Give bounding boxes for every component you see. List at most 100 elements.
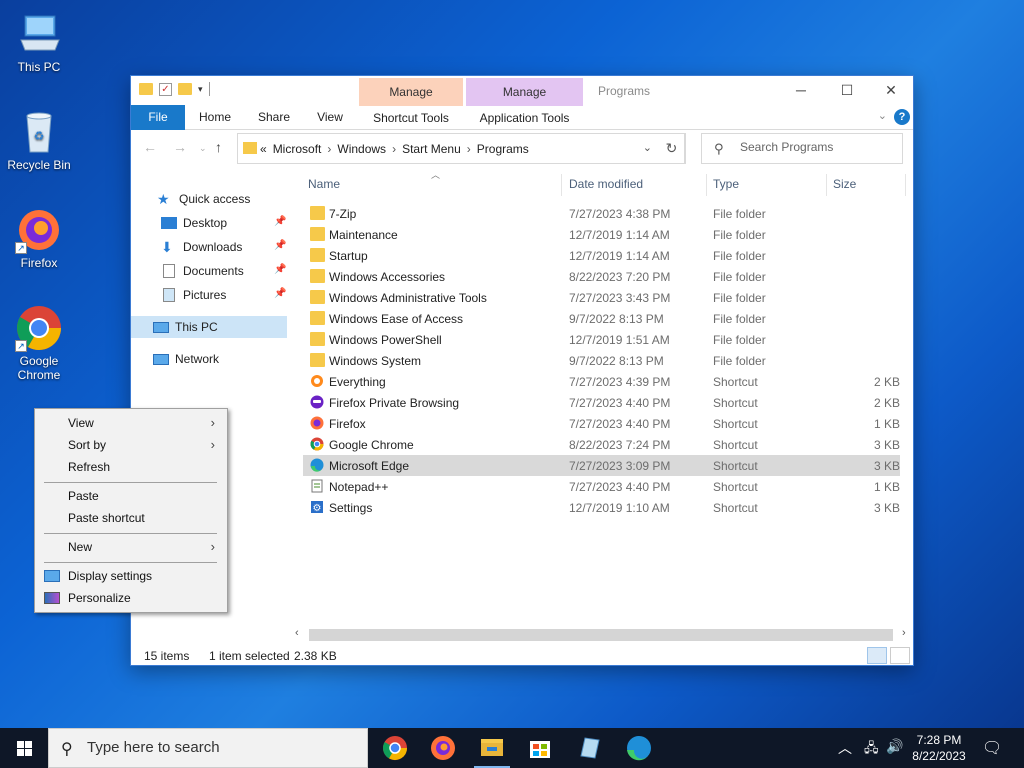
file-row[interactable]: Firefox Private Browsing 7/27/2023 4:40 P… [303, 392, 900, 413]
file-name: Everything [329, 375, 386, 389]
menu-item-new[interactable]: New › [35, 536, 227, 558]
file-row[interactable]: Notepad++ 7/27/2023 4:40 PM Shortcut 1 KB [303, 476, 900, 497]
file-row[interactable]: Windows PowerShell 12/7/2019 1:51 AM File … [303, 329, 900, 350]
chevron-right-icon[interactable]: › [392, 142, 396, 156]
breadcrumb-programs[interactable]: Programs [477, 142, 529, 156]
search-box[interactable]: ⚲ [701, 133, 903, 164]
taskbar-search-input[interactable] [87, 739, 347, 756]
scrollbar-thumb[interactable] [309, 629, 893, 641]
start-button[interactable] [0, 728, 48, 768]
desktop-icon-recycle-bin[interactable]: ♻ Recycle Bin [1, 108, 77, 172]
nav-item-pictures[interactable]: Pictures [161, 284, 226, 306]
taskbar-edge-icon[interactable] [615, 728, 663, 768]
pin-icon[interactable]: 📌 [274, 240, 286, 251]
nav-item-downloads[interactable]: ⬇ Downloads [161, 236, 242, 258]
refresh-button[interactable]: ↻ [658, 133, 686, 164]
up-button[interactable]: ↑ [215, 139, 222, 155]
search-input[interactable] [740, 140, 890, 154]
scroll-left-icon[interactable]: ‹ [295, 627, 299, 639]
new-folder-icon[interactable] [178, 83, 192, 95]
tab-share[interactable]: Share [251, 105, 297, 130]
breadcrumb-overflow[interactable]: « [260, 142, 267, 156]
forward-button[interactable]: → [173, 139, 187, 155]
taskbar-notepad-icon[interactable] [565, 728, 613, 768]
address-dropdown-icon[interactable]: ⌄ [643, 141, 652, 154]
menu-item-view[interactable]: View › [35, 412, 227, 434]
details-view-icon[interactable] [867, 647, 887, 664]
file-name: Firefox Private Browsing [329, 396, 460, 410]
scroll-right-icon[interactable]: › [902, 627, 906, 639]
chevron-right-icon[interactable]: › [467, 142, 471, 156]
tab-home[interactable]: Home [193, 105, 237, 130]
file-row[interactable]: ⚙ Settings 12/7/2019 1:10 AM Shortcut 3 KB [303, 497, 900, 518]
pin-icon[interactable]: 📌 [274, 288, 286, 299]
menu-item-paste-shortcut[interactable]: Paste shortcut [35, 507, 227, 529]
column-header-type[interactable]: Type [713, 177, 739, 191]
minimize-button[interactable]: ─ [778, 76, 824, 106]
pin-icon[interactable]: 📌 [274, 216, 286, 227]
recent-locations-icon[interactable]: ⌄ [199, 143, 207, 154]
taskbar-chrome-icon[interactable] [371, 728, 419, 768]
divider[interactable] [826, 174, 827, 196]
taskbar-search[interactable]: ⚲ [48, 728, 368, 768]
desktop-icon-google-chrome[interactable]: ↗ Google Chrome [1, 304, 77, 382]
breadcrumb-microsoft[interactable]: Microsoft [273, 142, 322, 156]
divider[interactable] [706, 174, 707, 196]
nav-quick-access[interactable]: ★ Quick access [157, 188, 250, 210]
help-icon[interactable]: ? [894, 109, 910, 125]
column-header-date[interactable]: Date modified [569, 177, 643, 191]
file-row[interactable]: Firefox 7/27/2023 4:40 PM Shortcut 1 KB [303, 413, 900, 434]
file-row[interactable]: Google Chrome 8/22/2023 7:24 PM Shortcut 3 … [303, 434, 900, 455]
large-icons-view-icon[interactable] [890, 647, 910, 664]
taskbar-file-explorer-icon[interactable] [468, 728, 516, 768]
system-clock[interactable]: 7:28 PM 8/22/2023 [906, 732, 972, 764]
nav-this-pc[interactable]: This PC [131, 316, 287, 338]
nav-item-documents[interactable]: Documents [161, 260, 244, 282]
menu-item-refresh[interactable]: Refresh [35, 456, 227, 478]
file-row[interactable]: Startup 12/7/2019 1:14 AM File folder [303, 245, 900, 266]
breadcrumb-start-menu[interactable]: Start Menu [402, 142, 461, 156]
close-button[interactable]: ✕ [868, 76, 914, 106]
file-row-selected[interactable]: Microsoft Edge 7/27/2023 3:09 PM Shortcut 3… [303, 455, 900, 476]
file-name: Windows Administrative Tools [329, 291, 487, 305]
menu-item-display-settings[interactable]: Display settings [35, 565, 227, 587]
file-row[interactable]: Windows System 9/7/2022 8:13 PM File folde… [303, 350, 900, 371]
file-row[interactable]: Windows Ease of Access 9/7/2022 8:13 PM Fi… [303, 308, 900, 329]
horizontal-scrollbar[interactable]: ‹ › [291, 627, 913, 644]
file-row[interactable]: Maintenance 12/7/2019 1:14 AM File folder [303, 224, 900, 245]
menu-item-sort-by[interactable]: Sort by › [35, 434, 227, 456]
menu-item-paste[interactable]: Paste [35, 485, 227, 507]
menu-label: View [68, 416, 94, 430]
file-row[interactable]: 7-Zip 7/27/2023 4:38 PM File folder [303, 203, 900, 224]
network-icon[interactable]: 🖧 [864, 739, 879, 768]
qat-dropdown-icon[interactable]: ▾ [198, 84, 203, 95]
address-bar[interactable]: « Microsoft › Windows › Start Menu › Progra… [237, 133, 685, 164]
file-row[interactable]: Everything 7/27/2023 4:39 PM Shortcut 2 KB [303, 371, 900, 392]
divider[interactable] [905, 174, 906, 196]
column-header-name[interactable]: Name [308, 177, 340, 191]
pin-icon[interactable]: 📌 [274, 264, 286, 275]
taskbar-store-icon[interactable] [516, 728, 564, 768]
tab-file[interactable]: File [131, 105, 185, 130]
nav-network[interactable]: Network [153, 348, 219, 370]
notifications-icon[interactable]: 🗨 [982, 738, 1002, 768]
file-row[interactable]: Windows Accessories 8/22/2023 7:20 PM File… [303, 266, 900, 287]
menu-item-personalize[interactable]: Personalize [35, 587, 227, 609]
file-row[interactable]: Windows Administrative Tools 7/27/2023 3:… [303, 287, 900, 308]
desktop-icon-this-pc[interactable]: This PC [1, 10, 77, 74]
breadcrumb-windows[interactable]: Windows [337, 142, 386, 156]
divider[interactable] [561, 174, 562, 196]
properties-icon[interactable]: ✓ [159, 82, 172, 96]
chevron-right-icon[interactable]: › [327, 142, 331, 156]
volume-icon[interactable]: 🔊 [886, 738, 903, 768]
nav-item-desktop[interactable]: Desktop [161, 212, 287, 234]
maximize-button[interactable]: ☐ [824, 76, 870, 106]
desktop-icon-firefox[interactable]: ↗ Firefox [1, 206, 77, 270]
folder-icon [310, 227, 325, 241]
column-header-size[interactable]: Size [833, 177, 856, 191]
show-hidden-icons[interactable]: ︿ [838, 738, 852, 768]
taskbar-firefox-icon[interactable] [419, 728, 467, 768]
tab-view[interactable]: View [309, 105, 351, 130]
expand-ribbon-icon[interactable]: ⌄ [878, 109, 887, 122]
back-button[interactable]: ← [143, 139, 157, 155]
